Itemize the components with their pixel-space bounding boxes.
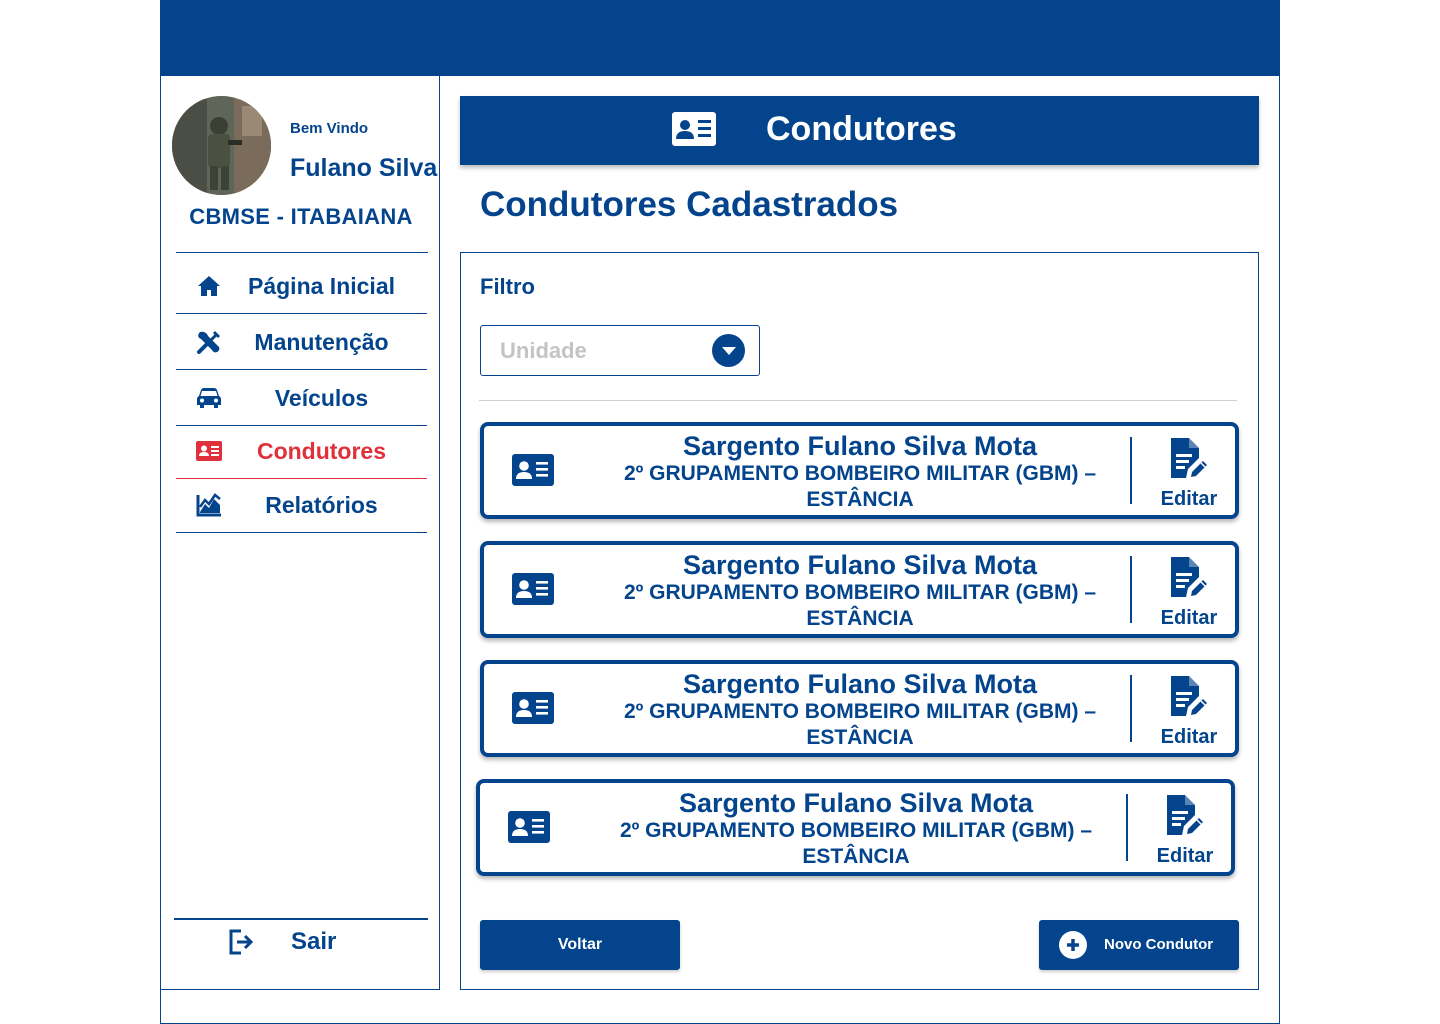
id-card-icon xyxy=(512,573,554,610)
id-card-icon xyxy=(672,112,716,151)
driver-card: Sargento Fulano Silva Mota 2º GRUPAMENTO … xyxy=(480,541,1239,638)
driver-unit-line: 2º GRUPAMENTO BOMBEIRO MILITAR (GBM) – xyxy=(624,581,1096,604)
edit-document-icon xyxy=(1168,674,1208,723)
plus-icon xyxy=(1059,931,1087,959)
edit-label: Editar xyxy=(1156,845,1214,867)
unit-select[interactable]: Unidade xyxy=(480,325,760,376)
driver-name: Sargento Fulano Silva Mota xyxy=(678,788,1034,818)
edit-label: Editar xyxy=(1160,607,1218,629)
edit-document-icon xyxy=(1164,793,1204,842)
chevron-down-icon xyxy=(712,334,745,367)
sidebar-item-reports[interactable]: Relatórios xyxy=(176,477,427,533)
driver-unit-line: 2º GRUPAMENTO BOMBEIRO MILITAR (GBM) – xyxy=(620,819,1092,842)
sidebar-item-maintenance[interactable]: Manutenção xyxy=(176,314,427,370)
driver-unit: 2º GRUPAMENTO BOMBEIRO MILITAR (GBM) – ES… xyxy=(584,461,1136,513)
edit-button[interactable]: Editar xyxy=(1144,670,1234,750)
top-bar xyxy=(160,0,1280,76)
driver-unit: 2º GRUPAMENTO BOMBEIRO MILITAR (GBM) – ES… xyxy=(580,818,1132,870)
driver-name: Sargento Fulano Silva Mota xyxy=(682,431,1038,461)
avatar xyxy=(172,96,271,195)
driver-card: Sargento Fulano Silva Mota 2º GRUPAMENTO … xyxy=(480,660,1239,757)
sidebar-item-label: Manutenção xyxy=(254,328,389,355)
divider xyxy=(176,252,428,253)
edit-button[interactable]: Editar xyxy=(1144,432,1234,512)
id-card-icon xyxy=(512,454,554,491)
filter-label: Filtro xyxy=(480,274,535,299)
id-card-icon xyxy=(512,692,554,729)
edit-label: Editar xyxy=(1160,726,1218,748)
new-driver-label: Novo Condutor xyxy=(1104,936,1214,953)
edit-label: Editar xyxy=(1160,488,1218,510)
edit-document-icon xyxy=(1168,555,1208,604)
driver-unit: 2º GRUPAMENTO BOMBEIRO MILITAR (GBM) – ES… xyxy=(584,580,1136,632)
edit-button[interactable]: Editar xyxy=(1144,551,1234,631)
sidebar-item-label: Veículos xyxy=(274,384,369,411)
select-placeholder: Unidade xyxy=(500,338,587,363)
page-header: Condutores xyxy=(460,96,1259,165)
logout-label: Sair xyxy=(291,928,337,955)
driver-card: Sargento Fulano Silva Mota 2º GRUPAMENTO … xyxy=(480,422,1239,519)
welcome-text: Bem Vindo xyxy=(290,120,369,137)
sidebar-item-label: Página Inicial xyxy=(248,272,395,299)
divider xyxy=(1130,556,1132,623)
divider xyxy=(1130,437,1132,504)
edit-document-icon xyxy=(1168,436,1208,485)
driver-unit-line: ESTÂNCIA xyxy=(806,488,914,511)
driver-unit-line: 2º GRUPAMENTO BOMBEIRO MILITAR (GBM) – xyxy=(624,462,1096,485)
content-panel: Filtro Unidade Sargento Fulano Silva Mot… xyxy=(460,252,1259,990)
divider xyxy=(1126,794,1128,861)
edit-button[interactable]: Editar xyxy=(1140,789,1230,869)
sidebar: Bem Vindo Fulano Silva CBMSE - ITABAIANA… xyxy=(160,75,440,990)
driver-unit: 2º GRUPAMENTO BOMBEIRO MILITAR (GBM) – ES… xyxy=(584,699,1136,751)
driver-name: Sargento Fulano Silva Mota xyxy=(682,550,1038,580)
user-name: Fulano Silva xyxy=(290,154,438,182)
sidebar-item-drivers[interactable]: Condutores xyxy=(176,423,427,479)
header-title: Condutores xyxy=(766,110,957,148)
sidebar-item-label: Relatórios xyxy=(265,491,378,518)
driver-unit-line: ESTÂNCIA xyxy=(806,607,914,630)
driver-card: Sargento Fulano Silva Mota 2º GRUPAMENTO … xyxy=(476,779,1235,876)
user-unit: CBMSE - ITABAIANA xyxy=(189,204,413,229)
logout-button[interactable]: Sair xyxy=(174,918,428,968)
sidebar-item-vehicles[interactable]: Veículos xyxy=(176,370,427,426)
page-title: Condutores Cadastrados xyxy=(480,185,899,224)
divider xyxy=(479,400,1237,401)
id-card-icon xyxy=(508,811,550,848)
back-label: Voltar xyxy=(557,936,603,953)
back-button[interactable]: Voltar xyxy=(480,920,680,970)
new-driver-button[interactable]: Novo Condutor xyxy=(1039,920,1239,970)
driver-unit-line: 2º GRUPAMENTO BOMBEIRO MILITAR (GBM) – xyxy=(624,700,1096,723)
driver-unit-line: ESTÂNCIA xyxy=(802,845,910,868)
sidebar-item-label: Condutores xyxy=(256,437,387,464)
logout-icon xyxy=(228,928,256,961)
driver-name: Sargento Fulano Silva Mota xyxy=(682,669,1038,699)
divider xyxy=(1130,675,1132,742)
sidebar-item-home[interactable]: Página Inicial xyxy=(176,258,427,314)
driver-unit-line: ESTÂNCIA xyxy=(806,726,914,749)
